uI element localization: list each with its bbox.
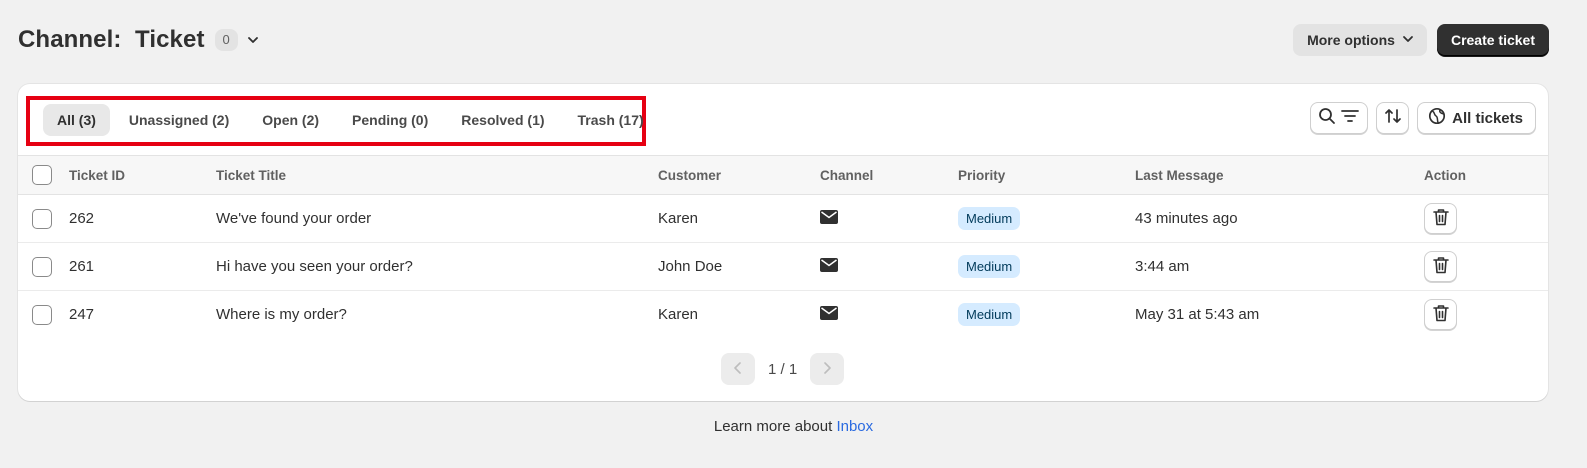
- header-select-all: [18, 156, 69, 195]
- customer-name: Karen: [658, 306, 699, 324]
- row-checkbox[interactable]: [32, 256, 52, 277]
- tickets-card: All (3) Unassigned (2) Open (2) Pending …: [18, 84, 1548, 401]
- column-header-ticket-title: Ticket Title: [216, 167, 287, 183]
- inbox-link[interactable]: Inbox: [836, 418, 873, 435]
- create-ticket-button[interactable]: Create ticket: [1436, 24, 1549, 56]
- table-row[interactable]: 261 Hi have you seen your order? John Do…: [18, 243, 1548, 291]
- all-tickets-button[interactable]: All tickets: [1417, 102, 1536, 134]
- ticket-id: 261: [69, 258, 95, 275]
- search-icon: [1318, 107, 1336, 130]
- priority-badge: Medium: [958, 207, 1021, 230]
- ticket-id: 262: [69, 210, 95, 227]
- last-message: 43 minutes ago: [1135, 210, 1238, 227]
- previous-page-button[interactable]: [721, 353, 755, 385]
- tickets-table: Ticket ID Ticket Title Customer Channel …: [18, 155, 1548, 339]
- all-tickets-label: All tickets: [1452, 109, 1523, 127]
- last-message: 3:44 am: [1135, 258, 1190, 275]
- select-all-checkbox[interactable]: [32, 165, 52, 185]
- globe-icon: [1428, 107, 1446, 129]
- chevron-right-icon: [822, 361, 832, 377]
- last-message: May 31 at 5:43 am: [1135, 306, 1260, 324]
- email-icon: [820, 209, 838, 228]
- chevron-down-icon: [1401, 32, 1415, 49]
- tab-trash[interactable]: Trash (17): [564, 104, 658, 136]
- tab-resolved[interactable]: Resolved (1): [447, 104, 558, 136]
- filter-icon: [1340, 107, 1360, 130]
- next-page-button[interactable]: [810, 353, 845, 385]
- column-header-channel: Channel: [820, 167, 874, 183]
- footer-text: Learn more about: [713, 418, 837, 435]
- toolbar-actions: All tickets: [1310, 102, 1536, 134]
- tab-unassigned[interactable]: Unassigned (2): [115, 104, 243, 136]
- email-icon: [820, 305, 838, 324]
- ticket-title[interactable]: Where is my order?: [216, 291, 658, 339]
- column-header-last-message: Last Message: [1135, 167, 1224, 183]
- email-icon: [820, 257, 838, 276]
- count-badge: 0: [214, 29, 238, 51]
- column-header-priority: Priority: [958, 167, 1006, 183]
- customer-name: Karen: [658, 210, 699, 227]
- search-filter-button[interactable]: [1310, 102, 1369, 134]
- page-title: Channel: Ticket: [18, 26, 205, 53]
- column-header-customer: Customer: [658, 167, 722, 183]
- table-row[interactable]: 247 Where is my order? Karen Medium May …: [18, 291, 1548, 339]
- customer-name: John Doe: [658, 258, 723, 275]
- ticket-title[interactable]: We've found your order: [216, 195, 658, 243]
- more-options-label: More options: [1307, 32, 1395, 48]
- header-actions: More options Create ticket: [1293, 24, 1549, 56]
- trash-icon: [1432, 256, 1449, 278]
- priority-badge: Medium: [958, 255, 1021, 278]
- ticket-title[interactable]: Hi have you seen your order?: [216, 243, 658, 291]
- pagination: 1 / 1: [721, 353, 845, 385]
- table-header-row: Ticket ID Ticket Title Customer Channel …: [18, 155, 1548, 195]
- delete-button[interactable]: [1424, 299, 1457, 331]
- priority-badge: Medium: [958, 303, 1021, 327]
- table-row[interactable]: 262 We've found your order Karen Medium …: [18, 195, 1548, 243]
- filter-tabs: All (3) Unassigned (2) Open (2) Pending …: [43, 104, 663, 136]
- sort-button[interactable]: [1376, 102, 1410, 134]
- delete-button[interactable]: [1424, 251, 1457, 282]
- tab-all[interactable]: All (3): [43, 104, 110, 136]
- trash-icon: [1432, 208, 1449, 230]
- more-options-button[interactable]: More options: [1293, 24, 1427, 56]
- footer-help-text: Learn more about Inbox: [0, 418, 1587, 435]
- row-checkbox[interactable]: [32, 208, 52, 229]
- chevron-down-icon[interactable]: [244, 31, 262, 49]
- trash-icon: [1432, 304, 1449, 326]
- toolbar: All (3) Unassigned (2) Open (2) Pending …: [18, 84, 1548, 155]
- tab-open[interactable]: Open (2): [248, 104, 333, 136]
- sort-icon: [1383, 106, 1403, 131]
- chevron-left-icon: [733, 361, 743, 377]
- page-indicator: 1 / 1: [768, 360, 798, 378]
- delete-button[interactable]: [1424, 203, 1457, 234]
- column-header-ticket-id: Ticket ID: [69, 167, 126, 183]
- row-checkbox[interactable]: [32, 304, 52, 325]
- page-header: Channel: Ticket 0 More options Create ti…: [18, 24, 1549, 56]
- column-header-action: Action: [1424, 167, 1466, 183]
- ticket-id: 247: [69, 306, 95, 324]
- tab-pending[interactable]: Pending (0): [338, 104, 442, 136]
